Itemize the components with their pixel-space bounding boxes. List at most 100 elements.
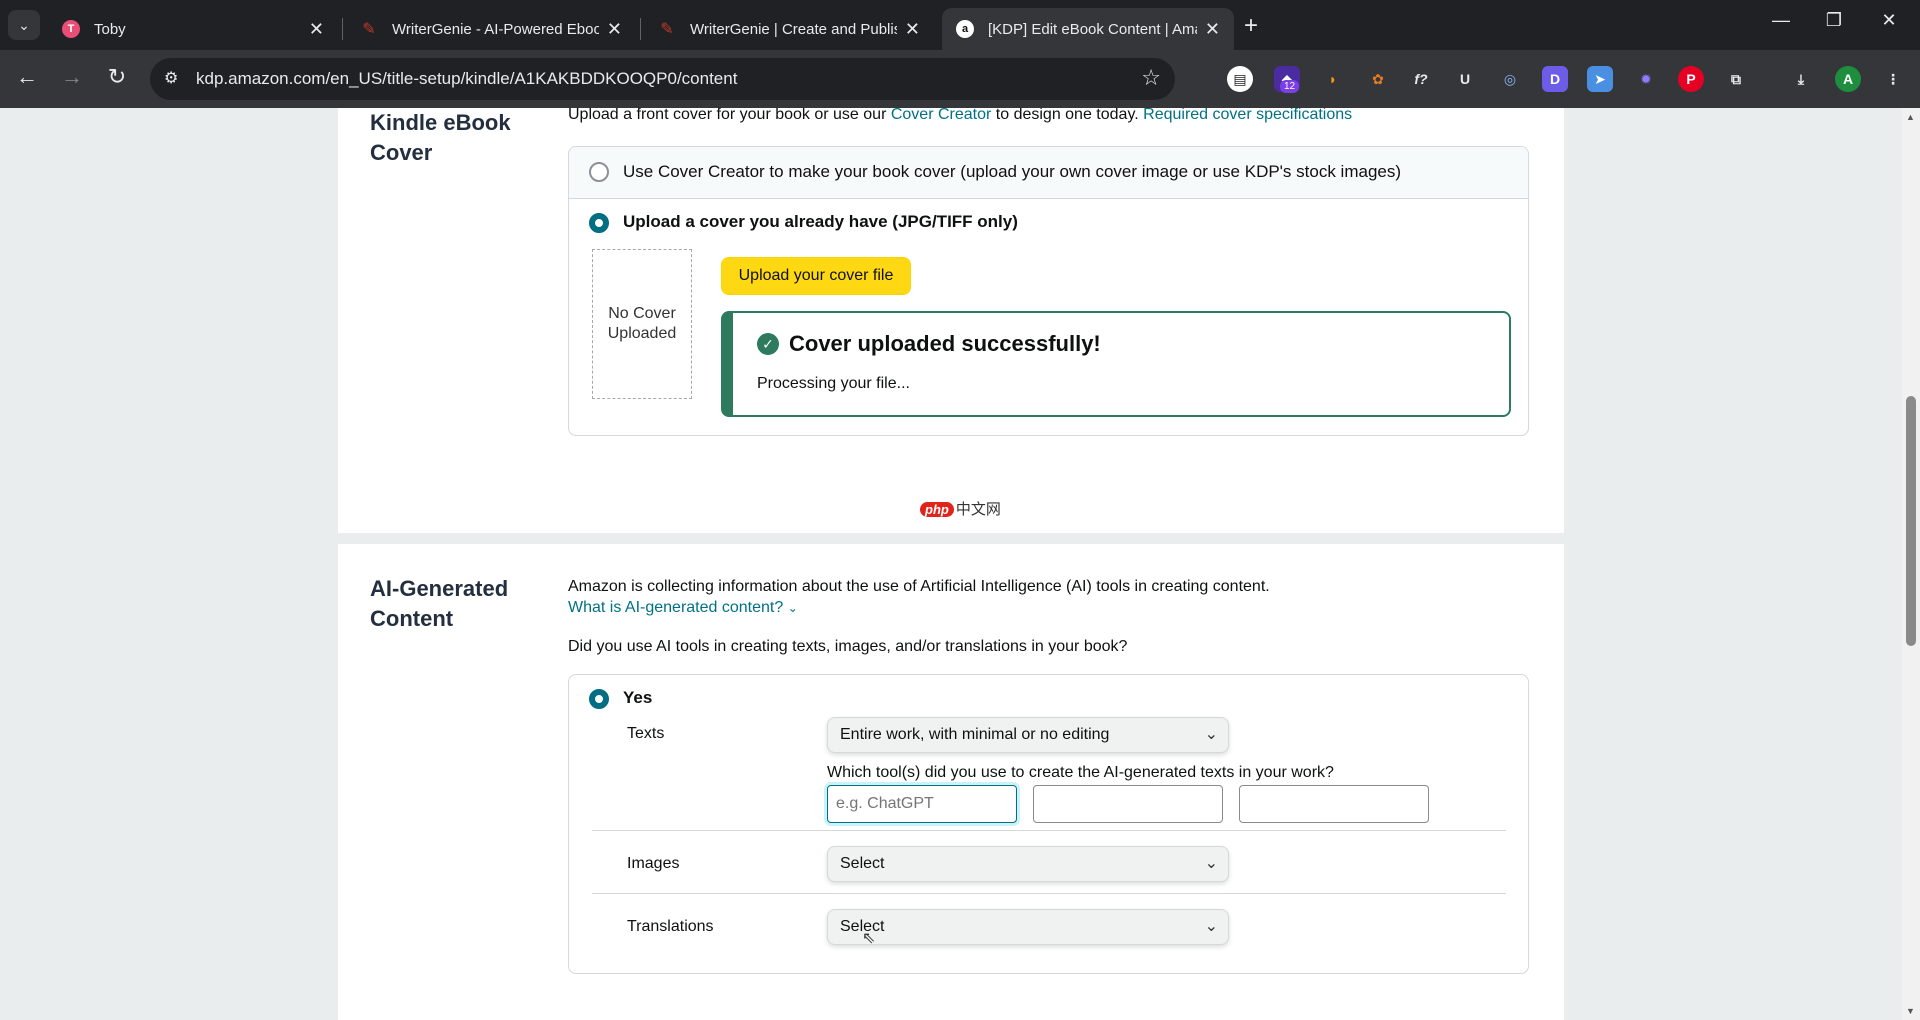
images-select[interactable]: Select ⌄ (827, 846, 1229, 882)
success-heading: Cover uploaded successfully! (789, 331, 1101, 356)
scrollbar-thumb[interactable] (1906, 396, 1916, 646)
tab-toby[interactable]: T Toby ✕ (48, 8, 338, 50)
chevron-down-icon: ⌄ (787, 601, 798, 615)
ai-question: Did you use AI tools in creating texts, … (568, 638, 1128, 655)
watermark-text: 中文网 (955, 501, 1001, 518)
tab-title: WriterGenie - AI-Powered Eboo (392, 20, 599, 38)
tools-question: Which tool(s) did you use to create the … (827, 764, 1334, 781)
divider (592, 893, 1506, 894)
tab-kdp-active[interactable]: a [KDP] Edit eBook Content | Ama ✕ (942, 8, 1234, 50)
extensions-puzzle-icon[interactable]: ⧉ (1723, 66, 1749, 92)
feather-icon: ✎ (660, 21, 674, 38)
images-select-value: Select (840, 855, 885, 872)
scroll-up-icon[interactable]: ▲ (1906, 112, 1915, 122)
tool-input-2[interactable] (1033, 785, 1223, 823)
close-icon[interactable]: ✕ (607, 19, 622, 40)
cover-intro-suffix: to design one today. (991, 108, 1144, 123)
ai-yes-label[interactable]: Yes (623, 688, 652, 708)
extension-gear-icon[interactable]: ✹ (1633, 66, 1659, 92)
close-icon[interactable]: ✕ (309, 19, 324, 40)
extension-formula-icon[interactable]: f? (1408, 66, 1434, 92)
page-scrollbar[interactable]: ▲ ▼ (1902, 108, 1920, 1020)
ai-options-box: Yes Texts Entire work, with minimal or n… (568, 674, 1529, 974)
browser-toolbar: ← → ↻ ⚙ kdp.amazon.com/en_US/title-setup… (0, 50, 1920, 108)
texts-select[interactable]: Entire work, with minimal or no editing … (827, 717, 1229, 753)
images-label: Images (627, 855, 680, 872)
upload-success-alert: ✓ Cover uploaded successfully! Processin… (721, 311, 1511, 417)
tab-bar: ⌄ T Toby ✕ ✎ WriterGenie - AI-Powered Eb… (0, 0, 1920, 50)
cover-options-box: Use Cover Creator to make your book cove… (568, 146, 1529, 436)
extension-pinterest-icon[interactable]: P (1678, 66, 1704, 92)
what-is-ai-link[interactable]: What is AI-generated content? ⌄ (568, 599, 798, 617)
tab-writergenie-2[interactable]: ✎ WriterGenie | Create and Publis ✕ (644, 8, 934, 50)
forward-icon[interactable]: → (57, 64, 87, 90)
close-icon[interactable]: ✕ (1205, 19, 1220, 40)
address-bar[interactable]: ⚙ kdp.amazon.com/en_US/title-setup/kindl… (150, 58, 1175, 100)
chevron-down-icon: ⌄ (1204, 726, 1218, 743)
tool-inputs (827, 785, 1447, 825)
chevron-down-icon: ⌄ (1204, 918, 1218, 935)
cover-creator-link[interactable]: Cover Creator (891, 108, 991, 123)
cover-specs-link[interactable]: Required cover specifications (1143, 108, 1352, 123)
extension-u-icon[interactable]: U (1452, 66, 1478, 92)
cover-creator-radio[interactable] (589, 162, 609, 182)
extension-badge: 12 (1280, 80, 1300, 93)
tool-input-1[interactable] (827, 785, 1017, 823)
extension-d-icon[interactable]: D (1542, 66, 1568, 92)
divider (592, 830, 1506, 831)
cover-creator-option[interactable]: Use Cover Creator to make your book cove… (569, 147, 1528, 199)
profile-avatar[interactable]: A (1835, 66, 1861, 92)
success-subtext: Processing your file... (757, 375, 910, 392)
extension-chat-icon[interactable]: ◎ (1497, 66, 1523, 92)
cover-intro: Upload a front cover for your book or us… (568, 108, 1352, 124)
download-icon[interactable]: ⤓ (1788, 66, 1814, 92)
toby-icon: T (62, 20, 80, 38)
tab-writergenie-1[interactable]: ✎ WriterGenie - AI-Powered Eboo ✕ (346, 8, 636, 50)
extension-orange-icon[interactable]: ◗ (1320, 66, 1346, 92)
close-icon[interactable]: ✕ (905, 19, 920, 40)
ai-intro: Amazon is collecting information about t… (568, 578, 1270, 595)
watermark-php: php (920, 502, 954, 517)
upload-cover-label[interactable]: Upload a cover you already have (JPG/TIF… (623, 212, 1018, 232)
back-icon[interactable]: ← (12, 64, 42, 90)
site-info-icon[interactable]: ⚙ (164, 68, 178, 88)
extension-cookie-icon[interactable]: ✿ (1365, 66, 1391, 92)
restore-icon[interactable]: ❐ (1811, 10, 1857, 31)
feather-icon: ✎ (362, 21, 376, 38)
extension-send-icon[interactable]: ➤ (1587, 66, 1613, 92)
cover-section: Kindle eBook Cover Upload a front cover … (338, 108, 1564, 533)
close-window-icon[interactable]: ✕ (1866, 10, 1912, 31)
tab-title: WriterGenie | Create and Publis (690, 20, 897, 38)
translations-label: Translations (627, 918, 714, 935)
texts-label: Texts (627, 725, 665, 742)
tab-search-button[interactable]: ⌄ (8, 10, 40, 40)
ai-yes-radio[interactable] (589, 689, 609, 709)
page-viewport: Kindle eBook Cover Upload a front cover … (0, 108, 1920, 1020)
tab-title: Toby (94, 20, 126, 38)
bookmark-star-icon[interactable]: ☆ (1141, 65, 1161, 91)
chevron-down-icon: ⌄ (1204, 855, 1218, 872)
upload-cover-button[interactable]: Upload your cover file (721, 257, 911, 295)
ai-section-title: AI-Generated Content (370, 576, 509, 631)
upload-cover-radio[interactable] (589, 213, 609, 233)
translations-select[interactable]: Select ⌄ (827, 909, 1229, 945)
reload-icon[interactable]: ↻ (102, 64, 132, 90)
more-menu-icon[interactable]: ⋮ (1880, 66, 1906, 92)
texts-select-value: Entire work, with minimal or no editing (840, 726, 1110, 743)
success-check-icon: ✓ (757, 333, 779, 355)
ai-content-section: AI-Generated Content Amazon is collectin… (338, 544, 1564, 1020)
scroll-down-icon[interactable]: ▼ (1906, 1006, 1915, 1016)
tool-input-3[interactable] (1239, 785, 1429, 823)
watermark-logo: php 中文网 (920, 498, 1001, 519)
url-text[interactable]: kdp.amazon.com/en_US/title-setup/kindle/… (196, 69, 737, 89)
mouse-cursor-icon: ⇖ (862, 930, 876, 947)
what-is-ai-text[interactable]: What is AI-generated content? (568, 599, 783, 616)
extension-reader-icon[interactable]: ▤ (1227, 66, 1253, 92)
minimize-icon[interactable]: — (1758, 10, 1804, 31)
tab-title: [KDP] Edit eBook Content | Ama (988, 20, 1197, 38)
cover-preview-placeholder: No Cover Uploaded (592, 249, 692, 399)
amazon-icon: a (956, 20, 974, 38)
cover-section-title: Kindle eBook Cover (370, 110, 511, 165)
new-tab-button[interactable]: + (1244, 12, 1258, 40)
cover-creator-label[interactable]: Use Cover Creator to make your book cove… (623, 162, 1401, 182)
